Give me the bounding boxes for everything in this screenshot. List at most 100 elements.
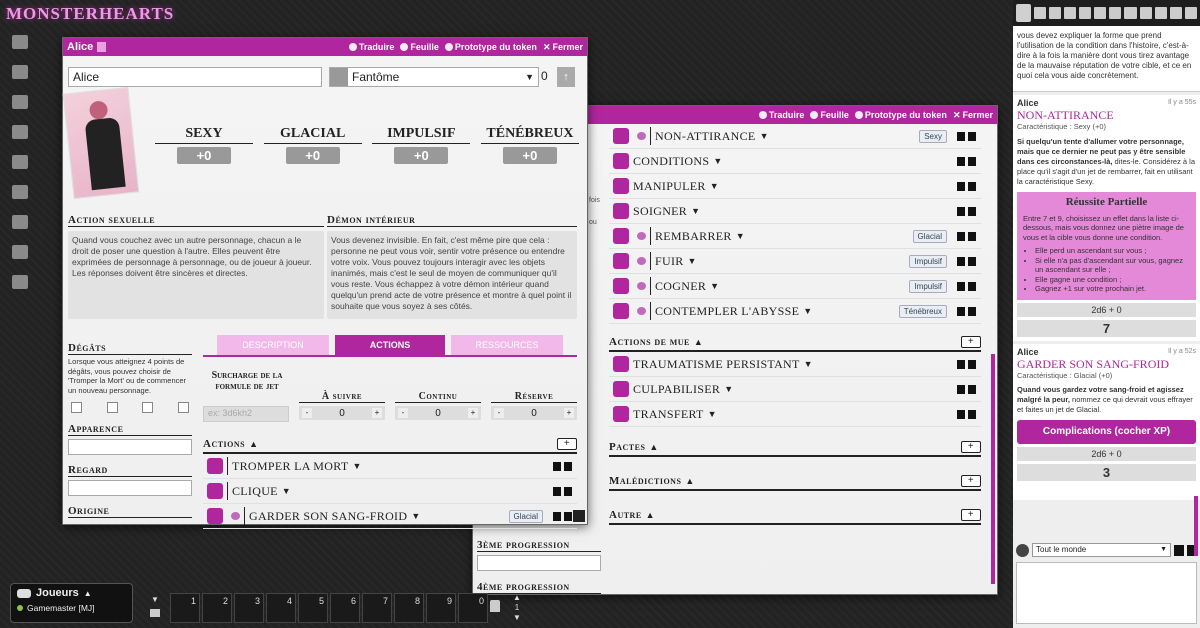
chevron-down-icon[interactable]: ▼ [713, 156, 722, 166]
speak-as-select[interactable]: Tout le monde ▼ [1032, 543, 1171, 557]
character-portrait[interactable] [62, 86, 140, 200]
music-tab-icon[interactable] [1139, 7, 1152, 19]
look-input[interactable] [68, 439, 192, 455]
caret-down-icon[interactable]: ▼ [508, 613, 526, 623]
move-name[interactable]: Fuir [655, 254, 684, 269]
chevron-up-icon[interactable]: ▲ [649, 442, 658, 452]
macro-slot[interactable]: 8 [394, 593, 424, 623]
settings-tab-icon[interactable] [1169, 7, 1182, 19]
trash-icon[interactable] [968, 359, 976, 369]
harm-checkbox[interactable] [106, 402, 118, 413]
macro-slot[interactable]: 9 [426, 593, 456, 623]
edit-icon[interactable] [957, 409, 965, 419]
harm-checkbox[interactable] [177, 402, 189, 413]
chat-tab-icon[interactable] [1016, 4, 1031, 22]
journal-tab-icon[interactable] [1094, 7, 1107, 19]
chat-icon[interactable] [637, 232, 646, 240]
stat-name[interactable]: Sexy [155, 126, 253, 144]
chat-icon[interactable] [637, 307, 646, 315]
chevron-up-icon[interactable]: ▲ [84, 589, 92, 598]
scrollbar[interactable] [1194, 496, 1198, 556]
edit-icon[interactable] [957, 231, 965, 241]
progression-3-input[interactable] [477, 555, 601, 571]
trash-icon[interactable] [564, 486, 572, 496]
chevron-down-icon[interactable]: ▼ [724, 384, 733, 394]
chevron-down-icon[interactable]: ▼ [411, 511, 420, 521]
chat-icon[interactable] [231, 512, 240, 520]
macro-slot[interactable]: 4 [266, 593, 296, 623]
eyes-input[interactable] [68, 480, 192, 496]
plus-button[interactable]: + [372, 408, 382, 418]
eye-icon[interactable] [330, 68, 348, 86]
edit-icon[interactable] [957, 306, 965, 316]
plus-button[interactable]: + [468, 408, 478, 418]
macro-slot[interactable]: 2 [202, 593, 232, 623]
skin-select[interactable]: Fantôme ▼ [329, 67, 539, 87]
stat-value[interactable]: +0 [285, 147, 340, 164]
harm-checkbox[interactable] [142, 402, 154, 413]
trash-icon[interactable] [968, 131, 976, 141]
pencil-icon[interactable] [6, 118, 34, 146]
edit-icon[interactable] [957, 281, 965, 291]
move-name[interactable]: Culpabiliser [633, 382, 720, 397]
chevron-up-icon[interactable]: ▲ [249, 439, 258, 449]
translate-button[interactable]: Traduire [758, 110, 804, 120]
trash-icon[interactable] [564, 511, 572, 521]
move-name[interactable]: Rembarrer [655, 229, 732, 244]
trash-icon[interactable] [968, 384, 976, 394]
lightbulb-icon[interactable] [6, 178, 34, 206]
chat-icon[interactable] [637, 132, 646, 140]
stat-name[interactable]: Impulsif [372, 126, 471, 144]
macro-slot[interactable]: 7 [362, 593, 392, 623]
chevron-down-icon[interactable]: ▼ [710, 281, 719, 291]
move-name[interactable]: Contempler l'abysse [655, 304, 799, 319]
add-button[interactable]: + [961, 509, 981, 521]
token-button[interactable]: Prototype du token [854, 110, 947, 120]
close-button[interactable]: ✕ Fermer [953, 110, 993, 121]
counter-value[interactable]: 0 [411, 408, 465, 419]
counter-value[interactable]: 0 [507, 408, 561, 419]
chevron-down-icon[interactable]: ▼ [688, 256, 697, 266]
tab-resources[interactable]: Ressources [451, 335, 563, 355]
dice-icon[interactable] [6, 238, 34, 266]
roll-formula[interactable]: 2d6 + 0 [1017, 446, 1196, 461]
trash-icon[interactable] [968, 181, 976, 191]
edit-icon[interactable] [553, 461, 561, 471]
move-name[interactable]: Manipuler [633, 179, 706, 194]
cards-tab-icon[interactable] [1124, 7, 1137, 19]
plus-button[interactable]: + [564, 408, 574, 418]
move-name[interactable]: Non-attirance [655, 129, 756, 144]
move-name[interactable]: Conditions [633, 154, 709, 169]
chevron-up-icon[interactable]: ▲ [646, 510, 655, 520]
edit-icon[interactable] [957, 359, 965, 369]
trash-icon[interactable] [968, 256, 976, 266]
macro-slot[interactable]: 1 [170, 593, 200, 623]
chevron-up-icon[interactable]: ▲ [694, 337, 703, 347]
sex-move-text[interactable]: Quand vous couchez avec un autre personn… [68, 231, 324, 319]
book-tab-icon[interactable] [1154, 7, 1167, 19]
roll-override-input[interactable]: ex: 3d6kh2 [203, 406, 289, 422]
chevron-down-icon[interactable]: ▼ [282, 486, 291, 496]
shapes-icon[interactable] [6, 88, 34, 116]
trash-icon[interactable] [968, 281, 976, 291]
character-name-input[interactable]: Alice [68, 67, 322, 87]
move-name[interactable]: Clique [232, 484, 278, 499]
stat-badge[interactable]: Impulsif [909, 279, 947, 293]
move-name[interactable]: Soigner [633, 204, 687, 219]
stat-name[interactable]: Glacial [263, 126, 362, 144]
chat-icon[interactable] [637, 257, 646, 265]
counter-value[interactable]: 0 [315, 408, 369, 419]
translate-button[interactable]: Traduire [348, 42, 394, 52]
stat-badge[interactable]: Glacial [912, 229, 947, 243]
edit-icon[interactable] [553, 511, 561, 521]
macro-slot[interactable]: 3 [234, 593, 264, 623]
chevron-down-icon[interactable]: ▼ [708, 409, 717, 419]
table-icon[interactable] [6, 148, 34, 176]
move-name[interactable]: Tromper la mort [232, 459, 348, 474]
move-name[interactable]: Transfert [633, 407, 704, 422]
edit-icon[interactable] [957, 131, 965, 141]
tab-actions[interactable]: Actions [335, 335, 445, 355]
roll-formula[interactable]: 2d6 + 0 [1017, 302, 1196, 317]
add-button[interactable]: + [557, 438, 577, 450]
chevron-down-icon[interactable]: ▼ [804, 359, 813, 369]
